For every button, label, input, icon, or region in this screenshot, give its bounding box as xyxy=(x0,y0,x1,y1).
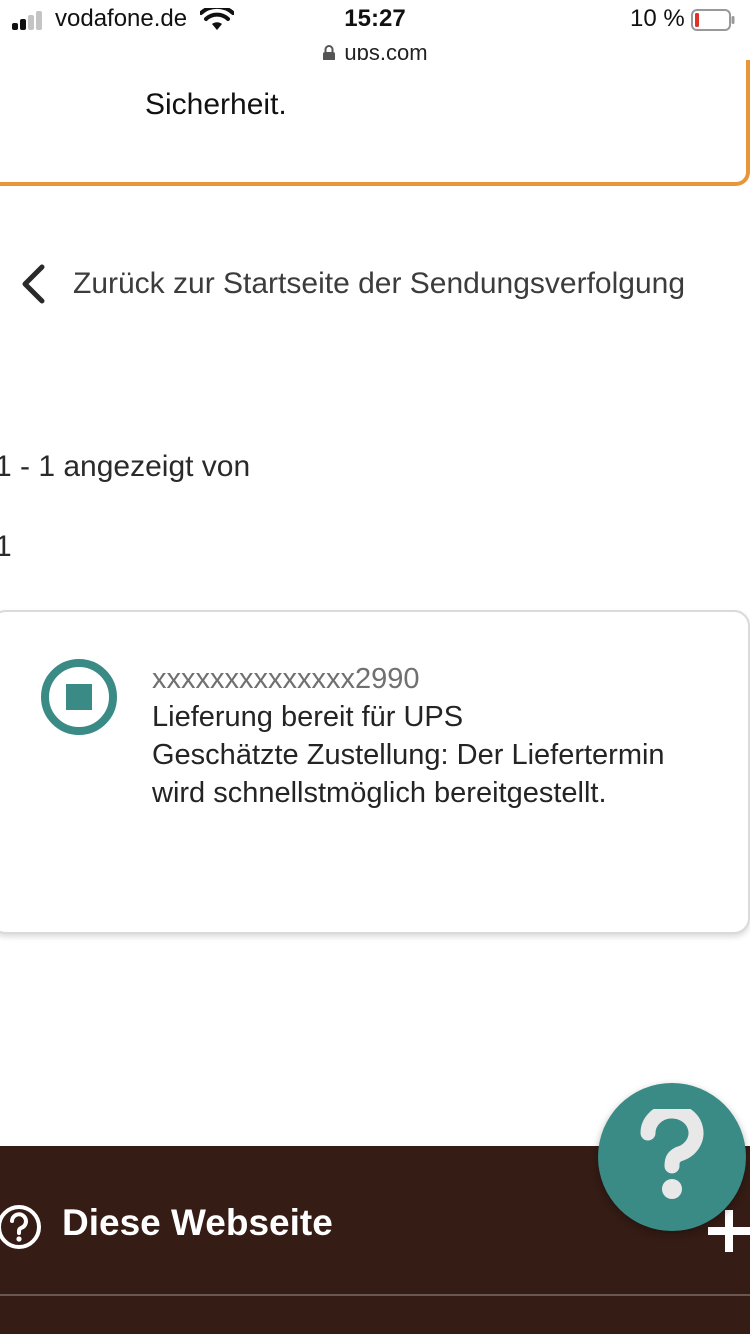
back-to-tracking-link[interactable]: Zurück zur Startseite der Sendungsverfol… xyxy=(18,262,733,306)
delivery-estimate: Geschätzte Zustellung: Der Liefertermin … xyxy=(152,739,665,809)
battery-percentage: 10 % xyxy=(630,5,685,32)
shipment-status-icon xyxy=(41,659,117,735)
back-link-label: Zurück zur Startseite der Sendungsverfol… xyxy=(73,267,685,300)
question-icon xyxy=(640,1109,704,1199)
question-circle-icon xyxy=(0,1205,41,1249)
help-button[interactable] xyxy=(598,1083,746,1231)
battery-icon xyxy=(691,9,735,31)
chevron-left-icon xyxy=(22,264,45,304)
results-count: 1 - 1 angezeigt von xyxy=(0,450,251,483)
footer-divider xyxy=(0,1294,750,1296)
results-total: 1 xyxy=(0,530,12,563)
info-card xyxy=(0,60,750,186)
shipment-details: xxxxxxxxxxxxxx2990 Lieferung bereit für … xyxy=(152,660,672,812)
lock-icon xyxy=(323,45,336,61)
footer-section-title: Diese Webseite xyxy=(62,1202,333,1243)
tracking-number[interactable]: xxxxxxxxxxxxxx2990 xyxy=(152,660,672,698)
info-card-text: Sicherheit. xyxy=(145,88,287,121)
shipment-status: Lieferung bereit für UPS xyxy=(152,701,464,733)
